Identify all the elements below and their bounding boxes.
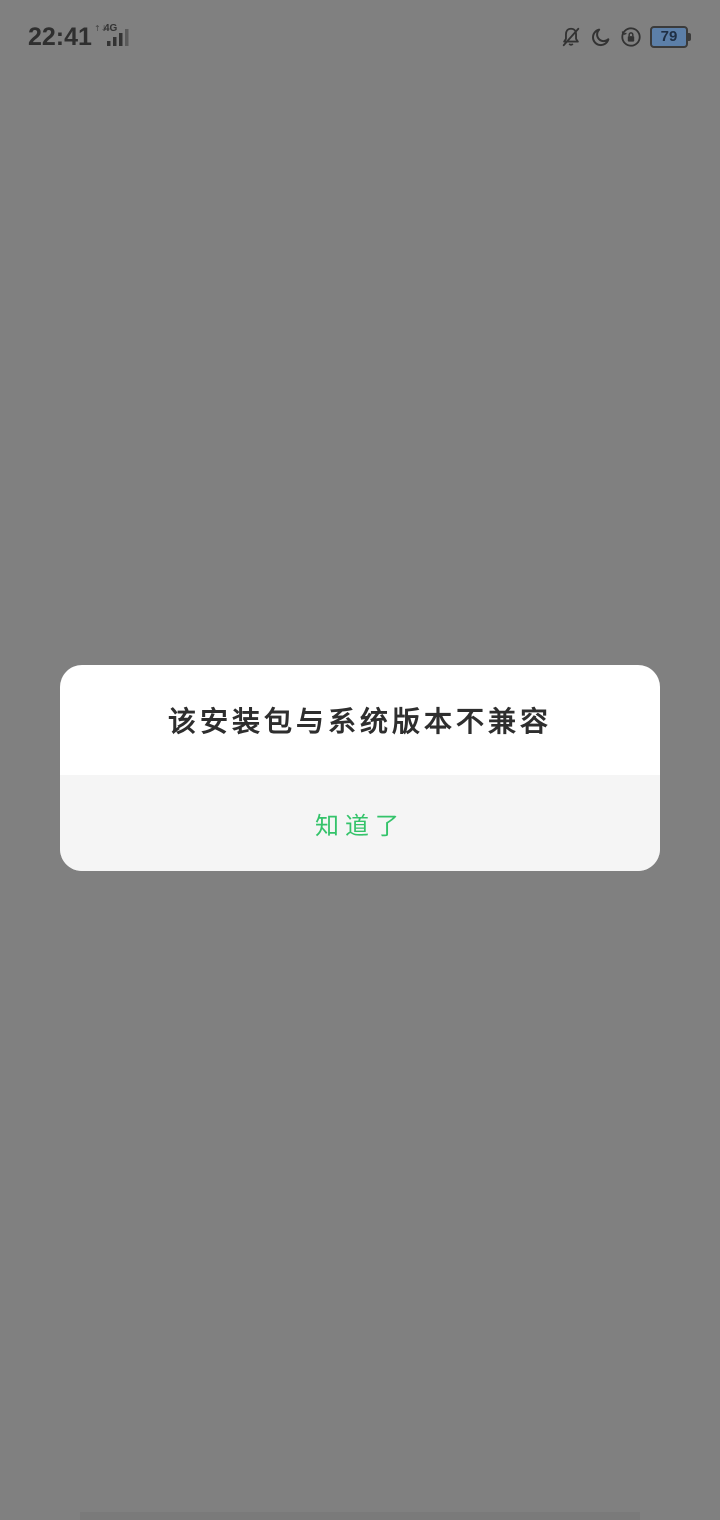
battery-percent: 79 (660, 28, 678, 45)
rotation-lock-icon (621, 27, 641, 47)
clock: 22:41 (28, 23, 92, 51)
got-it-button[interactable]: 知道了 (295, 796, 425, 851)
network-indicator: ↑↓ 4G (94, 24, 134, 48)
moon-icon (592, 28, 610, 47)
status-icons: 79 (560, 22, 691, 52)
status-bar: 22:41 ↑↓ 4G 79 (0, 0, 720, 74)
dialog-footer: 知道了 (60, 775, 660, 871)
incompatible-package-dialog: 该安装包与系统版本不兼容 知道了 (60, 665, 660, 871)
battery-cap (688, 33, 691, 41)
mute-bell-icon (562, 27, 580, 47)
signal-icon (107, 29, 129, 46)
bottom-edge-strip (80, 1512, 640, 1520)
dialog-message: 该安装包与系统版本不兼容 (167, 705, 552, 738)
battery-icon: 79 (650, 26, 691, 48)
